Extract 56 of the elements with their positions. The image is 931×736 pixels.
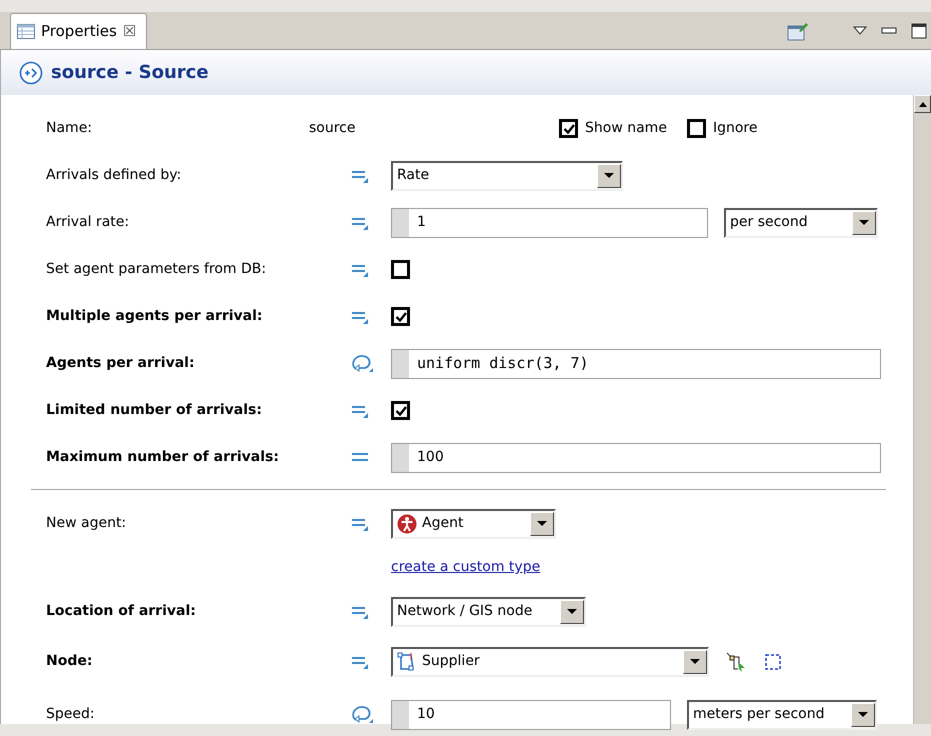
create-type-link[interactable]: create a custom type [391, 557, 540, 578]
properties-tab[interactable]: Properties ☒ [10, 13, 148, 49]
input-field[interactable]: 100 [391, 442, 881, 472]
dropdown[interactable]: Supplier [391, 646, 709, 676]
dropdown[interactable]: Agent [391, 508, 556, 538]
dynamic-value-icon[interactable] [351, 353, 374, 374]
checkbox[interactable] [686, 119, 706, 138]
checkbox-label: Show name [585, 119, 667, 138]
dropdown-arrow-icon [690, 659, 700, 664]
field-label: Arrivals defined by: [46, 166, 182, 185]
field-label: Multiple agents per arrival: [46, 307, 263, 326]
person-icon [397, 514, 417, 534]
field-label: Location of arrival: [46, 602, 196, 621]
maximize-icon[interactable] [911, 23, 927, 39]
dropdown-arrow-icon [537, 521, 547, 526]
field-label: Arrival rate: [46, 213, 130, 232]
field-label: Node: [46, 652, 92, 671]
dropdown-icon[interactable] [853, 26, 867, 36]
input-field[interactable]: 10 [391, 700, 671, 730]
dropdown-arrow-icon [859, 220, 869, 225]
dynamic-value-icon[interactable] [351, 704, 374, 724]
close-icon[interactable]: ☒ [122, 20, 136, 43]
properties-icon [17, 23, 35, 40]
check-icon [562, 123, 574, 134]
field-label: Agents per arrival: [46, 354, 195, 373]
scrollbar[interactable] [913, 95, 931, 724]
field-label: Name: [46, 119, 92, 138]
checkbox[interactable] [559, 119, 578, 138]
view-menu-icon[interactable] [787, 21, 809, 41]
dropdown[interactable]: Network / GIS node [391, 596, 586, 626]
field-label: Speed: [46, 705, 95, 724]
select-node-icon[interactable] [725, 650, 747, 672]
minimize-icon[interactable] [881, 27, 897, 35]
check-icon [394, 405, 406, 416]
checkbox-label: Ignore [712, 119, 758, 138]
dropdown-arrow-icon [858, 712, 868, 717]
dropdown[interactable]: per second [724, 208, 878, 238]
field-label: Maximum number of arrivals: [46, 448, 279, 467]
dropdown[interactable]: meters per second [687, 700, 877, 730]
checkbox[interactable] [391, 260, 410, 279]
dropdown-arrow-icon [567, 609, 577, 614]
select-area-icon[interactable] [763, 652, 783, 672]
input-field[interactable]: 1 [391, 208, 708, 238]
check-icon [394, 311, 406, 322]
checkbox[interactable] [391, 307, 410, 326]
dropdown-arrow-icon [604, 173, 614, 178]
name-value: source [309, 119, 356, 138]
field-label: Set agent parameters from DB: [46, 260, 266, 279]
panel-title: source - Source [51, 61, 209, 85]
field-label: New agent: [46, 514, 126, 533]
dropdown[interactable]: Rate [391, 160, 623, 190]
input-field[interactable]: uniform discr(3, 7) [391, 348, 881, 378]
field-label: Limited number of arrivals: [46, 401, 262, 420]
source-icon [19, 60, 43, 84]
scroll-up-icon[interactable] [918, 102, 926, 106]
checkbox[interactable] [391, 401, 410, 420]
